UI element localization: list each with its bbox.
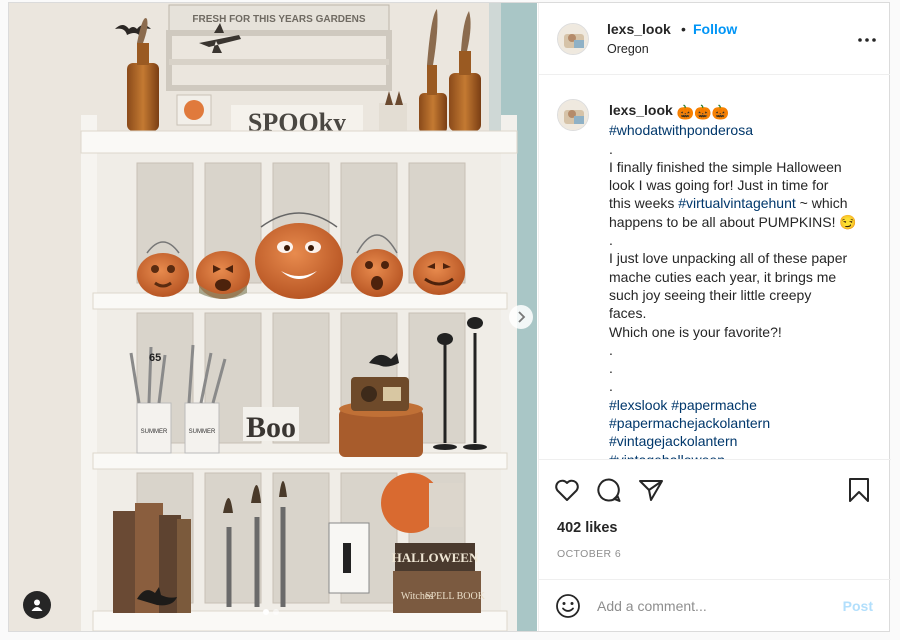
boo-letters: Boo [246,411,296,444]
comment-icon [597,478,621,502]
paper-plane-icon [639,480,663,501]
post-comment-button[interactable]: Post [843,598,873,614]
number-65-tag: 65 [149,352,161,364]
caption-area: lexs_look 🎃🎃🎃 #whodatwithponderosa . I f… [539,75,891,459]
caption-line: . [609,360,613,377]
avatar[interactable] [557,23,589,55]
caption-line: happens to be all about PUMPKINS! 😏 [609,213,857,230]
hashtag-link[interactable]: #whodatwithponderosa [609,121,879,139]
post-modal: FRESH FOR THIS YEARS GARDENS SPOOky SUMM… [8,2,891,632]
comment-input[interactable] [597,592,827,620]
caption-emojis: 🎃🎃🎃 [676,104,730,120]
person-icon [31,599,43,611]
hashtag-link[interactable]: #lexslook #papermache [609,396,879,414]
share-button[interactable] [637,476,665,504]
chevron-right-icon [518,311,526,323]
book-spine-text-spellbook: SPELL BOOK [425,591,486,602]
emoji-picker-button[interactable] [555,593,581,619]
header-separator: • [681,21,686,37]
caption-line: mache cuties each year, it brings me [609,268,837,285]
avatar-image [558,24,588,54]
heart-icon [555,479,579,501]
caption-username[interactable]: lexs_look [609,102,673,118]
caption-line-part: this weeks [609,195,679,212]
caption-avatar[interactable] [557,99,589,131]
carousel-dot-active [263,609,269,615]
follow-button[interactable]: Follow [693,21,737,37]
smiley-icon [556,594,580,618]
caption-line: . [609,140,613,157]
post-photo[interactable]: FRESH FOR THIS YEARS GARDENS SPOOky SUMM… [9,3,537,631]
post-date: OCTOBER 6 [557,548,622,560]
caption-line: I finally finished the simple Halloween [609,158,842,175]
caption-line-part: ~ which [795,195,848,212]
more-options-button[interactable] [858,29,876,47]
tagged-users-button[interactable] [23,591,51,619]
hashtag-link[interactable]: #papermachejackolantern [609,414,879,432]
hashtag-link[interactable]: #virtualvintagehunt [678,195,796,211]
post-actions: 402 likes OCTOBER 6 [539,459,891,579]
avatar-image [558,100,588,130]
caption-line: Which one is your favorite?! [609,323,782,340]
like-button[interactable] [553,476,581,504]
hashtag-link[interactable]: #vintagehalloween [609,451,879,459]
hashtag-link[interactable]: #vintagejackolantern [609,432,879,450]
caption-line: faces. [609,305,647,322]
post-location[interactable]: Oregon [607,42,649,56]
likes-count[interactable]: 402 likes [557,520,617,536]
shelf-photo-illustration: FRESH FOR THIS YEARS GARDENS SPOOky SUMM… [9,3,537,631]
halloween-tin-text: HALLOWEEN [392,550,479,565]
bookmark-icon [849,478,869,502]
post-side-panel: lexs_look • Follow Oregon lexs_look 🎃🎃🎃 … [538,3,891,631]
post-header: lexs_look • Follow Oregon [539,3,890,75]
more-horizontal-icon [858,38,876,42]
caption-line: . [609,378,613,395]
caption-line: . [609,341,613,358]
caption-line: I just love unpacking all of these paper [609,250,848,267]
jar-label-right: SUMMER [189,429,216,435]
jar-label-left: SUMMER [141,429,168,435]
carousel-indicator [263,609,279,615]
comment-bar: Post [539,579,891,631]
save-button[interactable] [845,476,873,504]
carousel-dot [273,609,279,615]
caption-line: . [609,232,613,249]
caption-line: look I was going for! Just in time for [609,177,829,194]
caption-text: lexs_look 🎃🎃🎃 #whodatwithponderosa . I f… [609,101,879,459]
comment-button[interactable] [595,476,623,504]
post-author-username[interactable]: lexs_look [607,21,671,37]
caption-line: such joy seeing their little creepy [609,286,812,303]
garden-sign-text: FRESH FOR THIS YEARS GARDENS [192,14,365,25]
carousel-next-button[interactable] [509,305,533,329]
